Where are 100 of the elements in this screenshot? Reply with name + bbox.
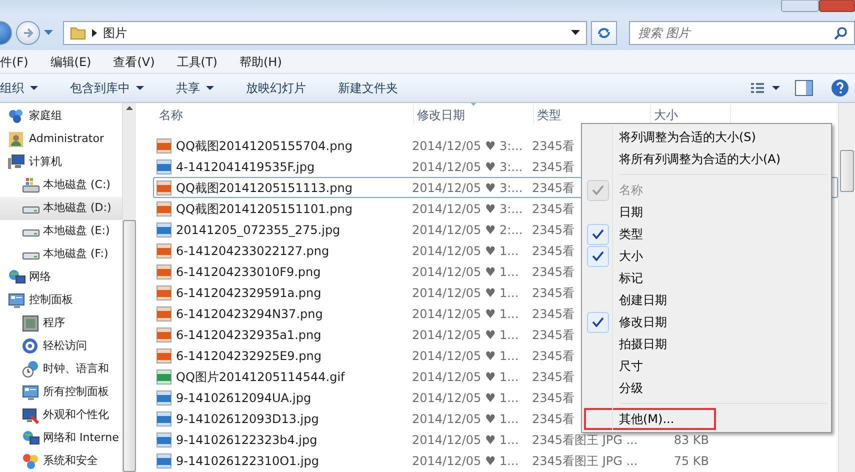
type-cell: 2345看 — [532, 348, 575, 362]
sidebar-icon[interactable] — [22, 361, 40, 378]
file-name[interactable]: 6-141204233022127.png — [176, 244, 330, 258]
view-options-icon[interactable] — [751, 81, 781, 95]
dropdown-caret-icon[interactable] — [571, 30, 580, 35]
menu-item[interactable]: 拍摄日期 — [619, 335, 667, 353]
file-name[interactable]: QQ截图20141205151101.png — [176, 202, 352, 216]
sidebar-item[interactable]: 本地磁盘 (F:) — [43, 246, 108, 263]
toolbar-button[interactable]: 放映幻灯片 — [246, 79, 318, 97]
file-name[interactable]: QQ图片20141205114544.gif — [176, 370, 345, 384]
file-name[interactable]: 6-1412042329591a.png — [176, 286, 322, 300]
sidebar-icon[interactable] — [8, 269, 26, 286]
file-name[interactable]: QQ截图20141205155704.png — [176, 138, 352, 152]
sidebar-item[interactable]: 网络 — [29, 269, 51, 286]
address-field[interactable]: 图片 — [63, 20, 587, 44]
toolbar-button[interactable]: 组织 — [0, 79, 50, 97]
menu-item[interactable]: 工具(T) — [176, 52, 226, 70]
file-name[interactable]: 4-1412041419535F.jpg — [176, 160, 315, 174]
check-icon — [592, 185, 604, 195]
date-cell-text: 2014/12/05 ♥ 1... — [412, 370, 520, 384]
sidebar-icon[interactable] — [22, 384, 40, 401]
search-field[interactable]: 搜索 图片 — [629, 20, 855, 44]
search-icon[interactable] — [834, 26, 848, 40]
check-icon — [592, 251, 604, 261]
file-name[interactable]: 6-141204233010F9.png — [176, 264, 321, 278]
refresh-button[interactable] — [591, 20, 617, 44]
file-name[interactable]: 20141205_072355_275.jpg — [176, 222, 340, 236]
breadcrumb-arrow-icon[interactable] — [92, 28, 97, 36]
menu-item[interactable]: 大小 — [619, 247, 643, 265]
type-cell: 2345看 — [532, 328, 575, 342]
sidebar-item[interactable]: 本地磁盘 (D:) — [43, 200, 112, 217]
sidebar-icon[interactable] — [22, 338, 40, 355]
menu-item: 名称 — [619, 182, 643, 199]
preview-pane-icon[interactable] — [795, 80, 813, 96]
file-name[interactable]: 6-141204232925E9.png — [176, 348, 322, 362]
file-name[interactable]: 9-141026122323b4.jpg — [176, 432, 318, 446]
sidebar-icon[interactable] — [22, 315, 40, 332]
menu-item[interactable]: 帮助(H) — [240, 52, 291, 70]
file-name[interactable]: 9-14102612093D13.jpg — [176, 412, 319, 426]
menu-item[interactable]: 编辑(E) — [50, 52, 100, 70]
menu-item[interactable]: 将所有列调整为合适的大小(A) — [619, 150, 781, 168]
menu-item[interactable]: 创建日期 — [619, 291, 667, 309]
sidebar-icon[interactable] — [8, 292, 26, 309]
sidebar-icon[interactable] — [22, 177, 40, 194]
column-header[interactable]: 修改日期 — [414, 105, 534, 125]
scrollbar-thumb[interactable] — [123, 220, 136, 472]
menu-item[interactable]: 查看(V) — [113, 52, 164, 70]
checkbox[interactable] — [587, 312, 609, 332]
forward-button[interactable] — [16, 20, 40, 44]
menu-item[interactable]: 分级 — [619, 379, 643, 397]
sidebar-item[interactable]: 计算机 — [29, 154, 62, 171]
file-name[interactable]: 9-14102612094UA.jpg — [176, 390, 312, 404]
image-file-icon — [156, 452, 172, 468]
sidebar-item[interactable]: 家庭组 — [29, 108, 62, 125]
menu-item[interactable]: 将列调整为合适的大小(S) — [619, 128, 756, 146]
file-name[interactable]: QQ截图20141205151113.png — [176, 180, 352, 194]
sidebar-item[interactable]: 程序 — [43, 315, 65, 332]
file-name[interactable]: 6-14120423294N37.png — [176, 306, 323, 320]
sidebar-icon[interactable] — [22, 430, 40, 447]
path-segment[interactable]: 图片 — [103, 24, 565, 42]
checkbox[interactable] — [587, 224, 609, 244]
sidebar-item[interactable]: 外观和个性化 — [43, 407, 109, 424]
sidebar-item[interactable]: 网络和 Interne — [43, 430, 119, 447]
date-cell-text: 2014/12/05 ♥ 1... — [412, 412, 520, 426]
file-name[interactable]: 9-141026122310O1.jpg — [176, 454, 320, 468]
sidebar-icon[interactable] — [8, 154, 26, 171]
file-name[interactable]: 6-141204232935a1.png — [176, 328, 322, 342]
menu-item[interactable]: 日期 — [619, 203, 643, 221]
sidebar-item[interactable]: 轻松访问 — [43, 338, 87, 355]
check-icon — [592, 229, 604, 239]
type-cell: 2345看 — [532, 264, 575, 278]
checkbox[interactable] — [587, 246, 609, 266]
caret-icon — [206, 86, 214, 90]
history-caret-icon[interactable] — [44, 30, 53, 35]
refresh-icon — [596, 26, 612, 40]
caret-icon — [30, 86, 38, 90]
sidebar-item[interactable]: 控制面板 — [29, 292, 73, 309]
toolbar-button[interactable]: 包含到库中 — [70, 79, 156, 97]
menu-item[interactable]: 标记 — [619, 269, 643, 287]
date-cell-text: 2014/12/05 ♥ 1... — [412, 390, 520, 404]
menu-item[interactable]: 修改日期 — [619, 313, 667, 331]
date-cell-text: 2014/12/05 ♥ 3:... — [412, 202, 524, 216]
column-header[interactable]: 名称 — [156, 105, 414, 125]
sidebar-item[interactable]: 系统和安全 — [43, 453, 98, 470]
sidebar-icon[interactable] — [22, 407, 40, 424]
help-icon[interactable] — [831, 79, 849, 97]
sidebar-item[interactable]: 时钟、语言和 — [43, 361, 109, 378]
sidebar-item[interactable]: 本地磁盘 (C:) — [43, 177, 110, 194]
menu-item[interactable]: 类型 — [619, 225, 643, 243]
menu-item[interactable]: 其他(M)... — [619, 410, 674, 428]
sidebar-item[interactable]: 本地磁盘 (E:) — [43, 223, 110, 240]
check-icon — [592, 317, 604, 327]
sidebar-item[interactable]: 所有控制面板 — [43, 384, 109, 401]
scrollbar-thumb[interactable] — [840, 150, 854, 192]
toolbar-button[interactable]: 新建文件夹 — [338, 79, 410, 97]
sidebar-item-highlight[interactable]: 本地磁盘 (D:) — [0, 197, 122, 220]
toolbar-button[interactable]: 共享 — [176, 79, 226, 97]
sidebar-item[interactable]: Administrator — [29, 131, 104, 148]
menu-item[interactable]: 件(F) — [0, 52, 38, 70]
menu-item[interactable]: 尺寸 — [619, 357, 643, 375]
